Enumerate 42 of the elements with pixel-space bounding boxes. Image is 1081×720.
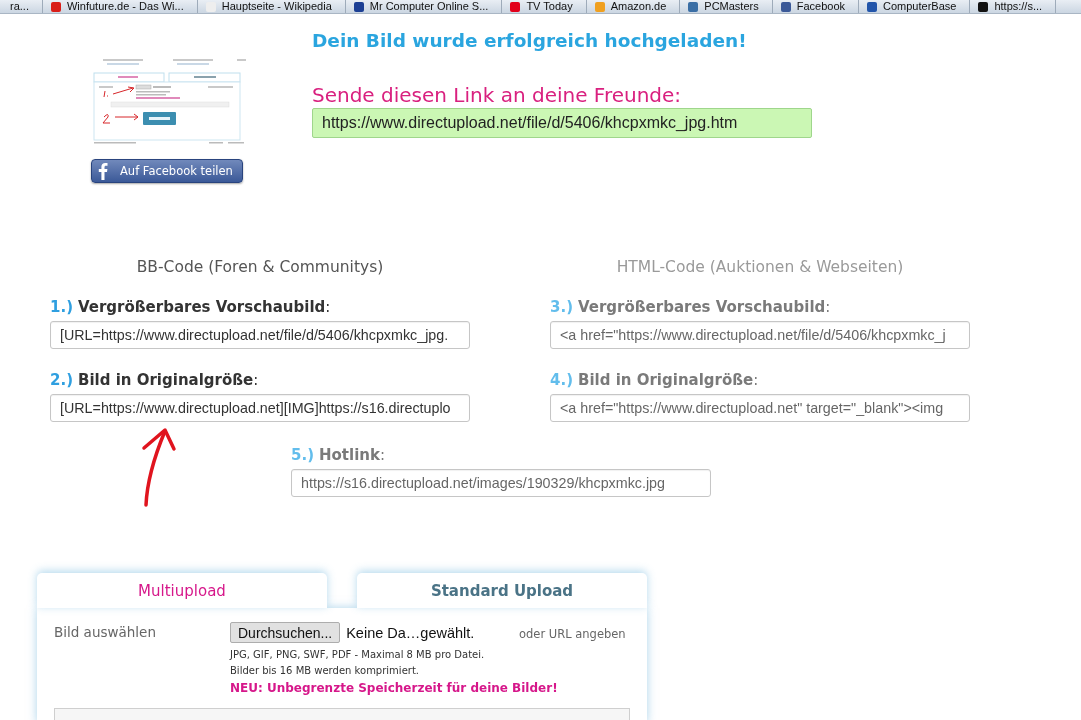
upload-tab[interactable]: Multiupload <box>37 573 327 608</box>
field-number: 4.) <box>550 370 573 390</box>
notice-text: NEU: Unbegrenzte Speicherzeit für deine Bilder! <box>230 680 558 697</box>
code-field[interactable]: [URL=https://www.directupload.net/file/d/5406/khcpxmkc_jpg. <box>50 321 470 349</box>
bookmark-item[interactable]: Amazon.de <box>586 0 681 13</box>
field-label: Hotlink: <box>319 445 386 465</box>
file-label: Bild auswählen <box>54 623 157 642</box>
section-heading: BB-Code (Foren & Communitys) <box>136 257 384 277</box>
field-number: 2.) <box>50 370 73 390</box>
bookmark-item[interactable]: Hauptseite - Wikipedia <box>197 0 346 13</box>
code-field[interactable]: <a href="https://www.directupload.net/file/d/5406/khcpxmkc_j <box>550 321 970 349</box>
bookmark-item[interactable]: TV Today <box>502 0 587 13</box>
field-number: 1.) <box>50 297 73 317</box>
file-status-text: Keine Da…gewählt. <box>346 624 475 641</box>
info-text: JPG, GIF, PNG, SWF, PDF - Maximal 8 MB pro Datei. <box>230 648 485 662</box>
logo-icon <box>98 162 108 180</box>
info-text: Bilder bis 16 MB werden komprimiert. <box>230 664 419 678</box>
bookmark-item[interactable]: https://s... <box>970 0 1057 13</box>
field-label: Vergrößerbares Vorschaubild: <box>578 297 831 317</box>
share-prompt: Sende diesen Link an deine Freunde: <box>312 82 683 108</box>
bookmark-item[interactable]: PCMasters <box>680 0 773 13</box>
bookmark-item[interactable]: ra... <box>2 0 43 13</box>
bookmark-item[interactable]: Mr Computer Online S... <box>345 0 503 13</box>
field-number: 5.) <box>291 445 314 465</box>
code-field[interactable]: <a href="https://www.directupload.net" target="_blank"><img <box>550 394 970 422</box>
upload-tab[interactable]: Standard Upload <box>357 573 647 608</box>
bookmark-item[interactable]: ComputerBase <box>859 0 971 13</box>
bookmark-item[interactable]: Winfuture.de - Das Wi... <box>42 0 198 13</box>
share-link-field[interactable]: https://www.directupload.net/file/d/5406/khcpxmkc_jpg.htm <box>312 108 812 138</box>
settings-panel[interactable] <box>54 708 630 720</box>
field-label: Bild in Originalgröße: <box>78 370 259 390</box>
share-button[interactable]: Auf Facebook teilen <box>91 159 243 183</box>
url-link[interactable]: oder URL angeben <box>519 626 626 642</box>
field-number: 3.) <box>550 297 573 317</box>
code-field[interactable]: [URL=https://www.directupload.net][IMG]https://s16.directuplo <box>50 394 470 422</box>
success-heading: Dein Bild wurde erfolgreich hochgeladen! <box>312 29 748 53</box>
bookmark-item[interactable]: Facebook <box>772 0 860 13</box>
section-heading: HTML-Code (Auktionen & Webseiten) <box>616 257 904 277</box>
field-label: Vergrößerbares Vorschaubild: <box>78 297 331 317</box>
code-field[interactable]: https://s16.directupload.net/images/190329/khcpxmkc.jpg <box>291 469 711 497</box>
browse-button[interactable]: Durchsuchen... <box>230 622 341 643</box>
field-label: Bild in Originalgröße: <box>578 370 759 390</box>
